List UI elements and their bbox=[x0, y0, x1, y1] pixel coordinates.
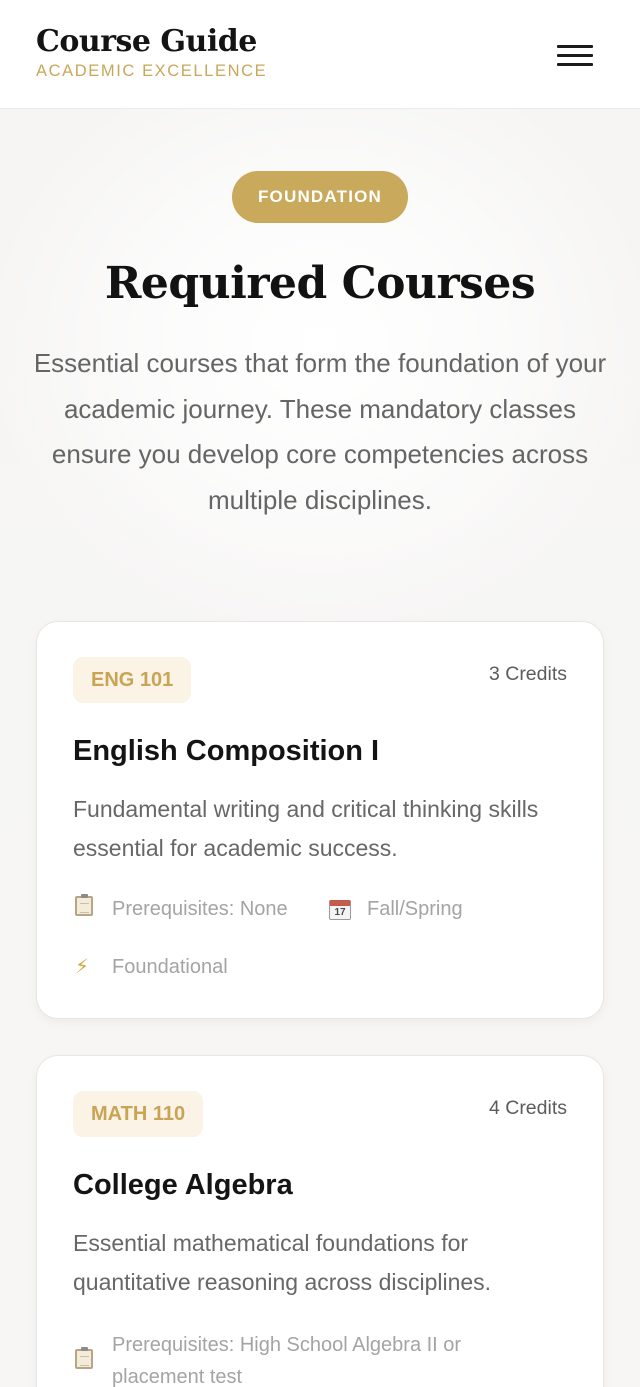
course-credits: 4 Credits bbox=[488, 1097, 567, 1119]
course-title: College Algebra bbox=[73, 1169, 293, 1201]
brand-subtitle: ACADEMIC EXCELLENCE bbox=[36, 62, 268, 80]
menu-line bbox=[557, 45, 593, 48]
clipboard-icon bbox=[75, 1347, 93, 1376]
course-description: Fundamental writing and critical thinkin… bbox=[73, 796, 539, 861]
course-description: Essential mathematical foundations for q… bbox=[73, 1230, 492, 1295]
course-credits: 3 Credits bbox=[488, 663, 567, 685]
course-term: Fall/Spring bbox=[367, 898, 463, 920]
brand-title[interactable]: Course Guide bbox=[36, 24, 257, 60]
app-header: Course Guide ACADEMIC EXCELLENCE bbox=[0, 0, 640, 109]
course-type: Foundational bbox=[112, 956, 228, 978]
course-prerequisites: Prerequisites: None bbox=[112, 898, 288, 920]
course-prerequisites-line-2: placement test bbox=[112, 1366, 243, 1387]
course-title: English Composition I bbox=[73, 735, 380, 767]
menu-line bbox=[557, 54, 593, 57]
course-code-badge: MATH 110 bbox=[73, 1091, 204, 1137]
lightning-icon: ⚡︎ bbox=[75, 956, 90, 978]
course-code-badge: ENG 101 bbox=[73, 657, 192, 703]
hamburger-menu-icon[interactable] bbox=[552, 40, 598, 72]
course-card[interactable]: ENG 101 3 Credits English Composition I … bbox=[36, 621, 604, 1019]
calendar-icon: 17 bbox=[329, 896, 351, 922]
course-card[interactable]: MATH 110 4 Credits College Algebra Essen… bbox=[36, 1055, 604, 1387]
menu-line bbox=[557, 63, 593, 66]
page-description: Essential courses that form the foundati… bbox=[33, 348, 607, 515]
section-badge: FOUNDATION bbox=[232, 171, 408, 223]
page-title: Required Courses bbox=[104, 258, 536, 309]
course-prerequisites-line-1: Prerequisites: High School Algebra II or bbox=[112, 1334, 462, 1356]
clipboard-icon bbox=[75, 894, 93, 923]
